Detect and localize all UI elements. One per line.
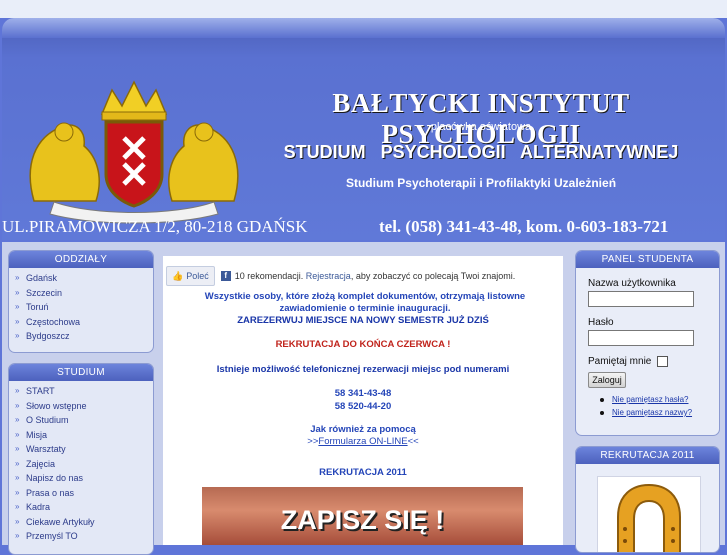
rekrutacja-heading: REKRUTACJA 2011 bbox=[319, 467, 407, 478]
branch-link-torun[interactable]: » Toruń bbox=[15, 300, 153, 315]
street-address: UL.PIRAMOWICZA 1/2, 80-218 GDAŃSK bbox=[2, 217, 308, 236]
facebook-like-button[interactable]: 👍 Poleć bbox=[166, 266, 215, 286]
reservation-phone-1: 58 341-43-48 bbox=[334, 388, 392, 399]
reserve-notice: ZAREZERWUJ MIEJSCE NA NOWY SEMESTR JUŻ D… bbox=[237, 315, 489, 326]
menu-link-warsztaty[interactable]: » Warsztaty bbox=[15, 442, 153, 457]
menu-link-zajecia[interactable]: » Zajęcia bbox=[15, 457, 153, 472]
double-chevron-icon: » bbox=[15, 516, 20, 526]
bullet-icon bbox=[600, 397, 604, 402]
double-chevron-icon: » bbox=[15, 458, 20, 468]
password-input[interactable] bbox=[588, 330, 694, 346]
double-chevron-icon: » bbox=[15, 316, 20, 326]
double-chevron-icon: » bbox=[15, 502, 20, 511]
password-label: Hasło bbox=[588, 317, 614, 328]
oddzialy-box: ODDZIAŁY » Gdańsk » Szczecin » Toruń » Częst… bbox=[8, 250, 154, 353]
studium-box: STUDIUM » START » Słowo wstępne » O Studium… bbox=[8, 363, 154, 555]
student-panel: PANEL STUDENTA Nazwa użytkownika Hasło P… bbox=[575, 250, 720, 436]
menu-link-przemysl[interactable]: » Przemyśl TO bbox=[15, 529, 153, 544]
branch-link-bydgoszcz[interactable]: » Bydgoszcz bbox=[15, 329, 153, 344]
horseshoe-icon bbox=[617, 483, 681, 552]
studium-menu: » START » Słowo wstępne » O Studium » Misja … bbox=[9, 381, 153, 544]
student-panel-heading: PANEL STUDENTA bbox=[576, 251, 719, 268]
facebook-register-link[interactable]: Rejestracja bbox=[306, 271, 351, 281]
branch-link-gdansk[interactable]: » Gdańsk bbox=[15, 271, 153, 286]
menu-link-kadra[interactable]: » Kadra bbox=[15, 500, 153, 515]
menu-link-artykuly[interactable]: » Ciekawe Artykuły bbox=[15, 515, 153, 530]
reservation-phone-2: 58 520-44-20 bbox=[334, 401, 392, 412]
phone-reservation-info: Istnieje możliwość telefonicznej rezerwa… bbox=[216, 364, 510, 375]
facebook-tail-text: , aby zobaczyć co polecają Twoi znajomi. bbox=[350, 271, 516, 281]
double-chevron-icon: » bbox=[15, 287, 20, 297]
menu-link-slowo-wstepne[interactable]: » Słowo wstępne bbox=[15, 399, 153, 414]
branch-link-czestochowa[interactable]: » Częstochowa bbox=[15, 315, 153, 330]
recruitment-deadline: REKRUTACJA DO KOŃCA CZERWCA ! bbox=[275, 339, 451, 350]
double-chevron-icon: » bbox=[15, 273, 20, 282]
double-chevron-icon: » bbox=[15, 302, 20, 311]
remember-checkbox[interactable] bbox=[657, 356, 669, 367]
header-gloss bbox=[2, 18, 725, 38]
double-chevron-icon: » bbox=[15, 444, 20, 453]
program-title: STUDIUM PSYCHOLOGII ALTERNATYWNEJ bbox=[283, 142, 679, 162]
menu-link-prasa[interactable]: » Prasa o nas bbox=[15, 486, 153, 501]
menu-link-start[interactable]: » START bbox=[15, 384, 153, 399]
institute-title: BAŁTYCKI INSTYTUT PSYCHOLOGII bbox=[332, 88, 630, 149]
forgot-password-row: Nie pamiętasz hasła? bbox=[600, 395, 719, 404]
facebook-like-bar: 👍 Poleć f 10 rekomendacji. Rejestracja ,… bbox=[166, 266, 515, 286]
double-chevron-icon: » bbox=[15, 429, 20, 439]
horseshoe-image[interactable] bbox=[597, 476, 701, 552]
rekrutacja-box-heading: REKRUTACJA 2011 bbox=[576, 447, 719, 464]
site-header: BAŁTYCKI INSTYTUT PSYCHOLOGII placówka o… bbox=[2, 18, 725, 240]
double-chevron-icon: » bbox=[15, 386, 20, 395]
online-form-link[interactable]: Formularza ON-LINE bbox=[318, 436, 407, 447]
rekrutacja-box: REKRUTACJA 2011 bbox=[575, 446, 720, 553]
menu-link-misja[interactable]: » Misja bbox=[15, 428, 153, 443]
double-chevron-icon: » bbox=[15, 331, 20, 340]
thumbs-up-icon: 👍 bbox=[172, 270, 184, 281]
program-subtitle: Studium Psychoterapii i Profilaktyki Uza… bbox=[345, 176, 617, 190]
recommendation-count: 10 rekomendacji. bbox=[234, 271, 304, 281]
double-chevron-icon: » bbox=[15, 400, 20, 410]
promo-text: ZAPISZ SIĘ ! bbox=[280, 505, 445, 535]
studium-heading: STUDIUM bbox=[9, 364, 153, 381]
signup-promo-banner[interactable]: ZAPISZ SIĘ ! bbox=[202, 487, 523, 545]
browser-top-strip bbox=[0, 0, 727, 18]
menu-link-o-studium[interactable]: » O Studium bbox=[15, 413, 153, 428]
double-chevron-icon: » bbox=[15, 487, 20, 497]
contact-phone: tel. (058) 341-43-48, kom. 0-603-183-721 bbox=[379, 217, 669, 236]
remember-row: Pamiętaj mnie bbox=[588, 356, 719, 367]
remember-label: Pamiętaj mnie bbox=[588, 356, 652, 367]
gdansk-crest-logo bbox=[29, 80, 239, 224]
online-form-line: >>Formularza ON-LINE<< bbox=[307, 436, 419, 447]
info-documents: Wszystkie osoby, które złożą komplet dok… bbox=[204, 291, 526, 314]
forgot-username-row: Nie pamiętasz nazwy? bbox=[600, 408, 719, 417]
menu-link-napisz[interactable]: » Napisz do nas bbox=[15, 471, 153, 486]
double-chevron-icon: » bbox=[15, 473, 20, 482]
bullet-icon bbox=[600, 410, 604, 415]
forgot-password-link[interactable]: Nie pamiętasz hasła? bbox=[612, 395, 688, 404]
login-button[interactable]: Zaloguj bbox=[588, 372, 626, 388]
oddzialy-menu: » Gdańsk » Szczecin » Toruń » Częstochowa » B… bbox=[9, 268, 153, 344]
forgot-username-link[interactable]: Nie pamiętasz nazwy? bbox=[612, 408, 692, 417]
branch-link-szczecin[interactable]: » Szczecin bbox=[15, 286, 153, 301]
oddzialy-heading: ODDZIAŁY bbox=[9, 251, 153, 268]
username-input[interactable] bbox=[588, 291, 694, 307]
institute-subtitle: placówka oświatowa bbox=[430, 121, 532, 133]
double-chevron-icon: » bbox=[15, 531, 20, 540]
double-chevron-icon: » bbox=[15, 415, 20, 424]
username-label: Nazwa użytkownika bbox=[588, 278, 676, 289]
facebook-icon: f bbox=[220, 271, 231, 281]
help-text: Jak również za pomocą bbox=[310, 424, 416, 435]
